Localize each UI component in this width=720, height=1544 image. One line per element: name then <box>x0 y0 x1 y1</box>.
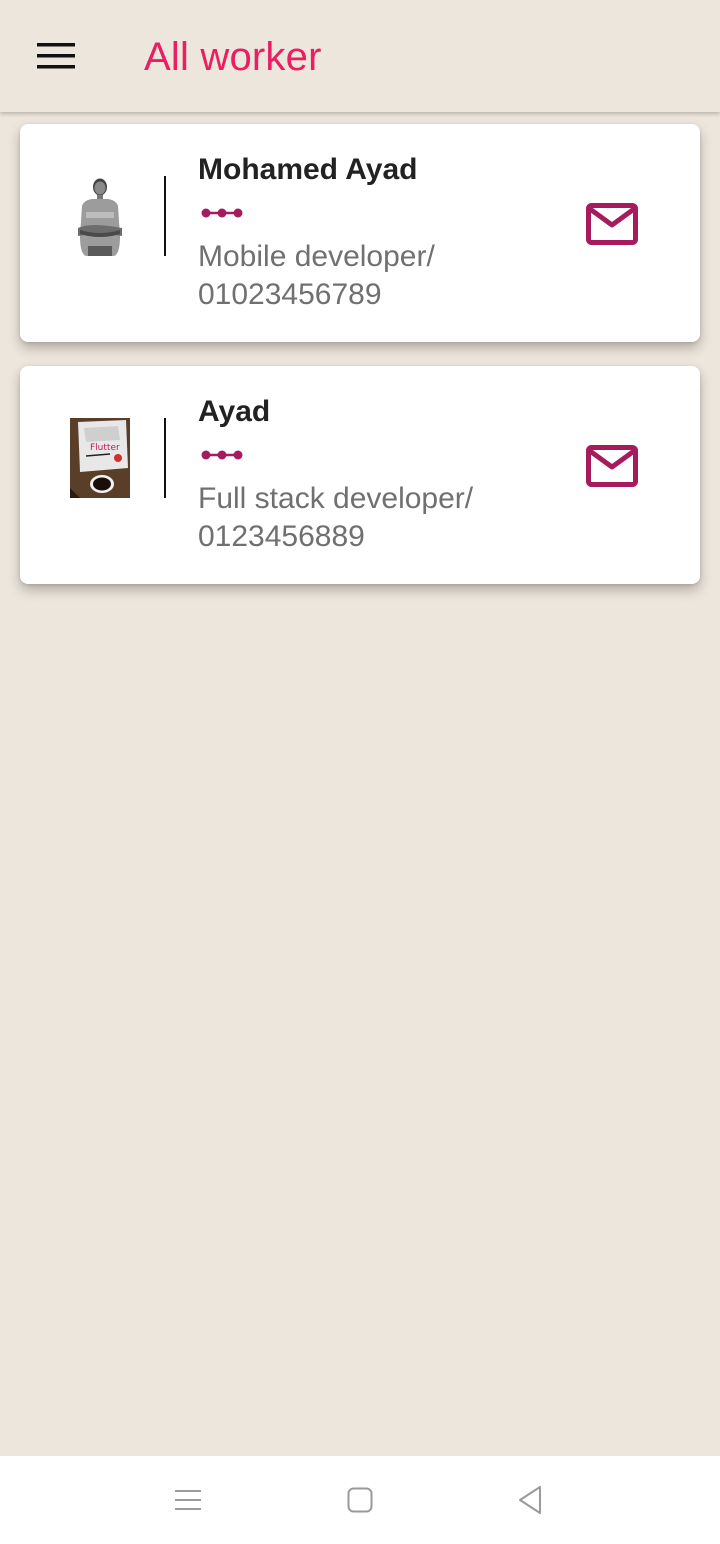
home-icon <box>347 1487 373 1513</box>
page-title: All worker <box>144 35 322 79</box>
back-button[interactable] <box>502 1472 558 1528</box>
mail-icon <box>586 445 638 487</box>
mail-button[interactable] <box>576 194 648 254</box>
avatar: Flutter <box>70 418 130 498</box>
worker-info: Mobile developer/ 01023456789 <box>198 240 435 311</box>
avatar <box>70 176 130 256</box>
home-button[interactable] <box>332 1472 388 1528</box>
menu-button[interactable] <box>24 32 88 80</box>
worker-info: Full stack developer/ 0123456889 <box>198 482 474 553</box>
app-bar: All worker <box>0 0 720 112</box>
worker-name: Ayad <box>198 395 271 428</box>
worker-card[interactable]: Flutter Ayad Full stack developer/ 01234… <box>20 366 700 584</box>
system-nav-bar <box>0 1456 720 1544</box>
recents-icon <box>175 1490 201 1510</box>
worker-list: Mohamed Ayad Mobile developer/ 010234567… <box>20 124 700 608</box>
divider <box>164 418 166 498</box>
back-icon <box>519 1486 541 1514</box>
svg-text:Flutter: Flutter <box>90 443 120 453</box>
worker-name: Mohamed Ayad <box>198 153 418 186</box>
hamburger-menu-icon <box>37 43 75 69</box>
recents-button[interactable] <box>160 1472 216 1528</box>
book-photo: Flutter <box>70 418 130 498</box>
divider <box>164 176 166 256</box>
dots-icon <box>201 450 243 460</box>
mail-button[interactable] <box>576 436 648 496</box>
dots-icon <box>201 208 243 218</box>
person-photo <box>70 176 130 256</box>
mail-icon <box>586 203 638 245</box>
worker-card[interactable]: Mohamed Ayad Mobile developer/ 010234567… <box>20 124 700 342</box>
